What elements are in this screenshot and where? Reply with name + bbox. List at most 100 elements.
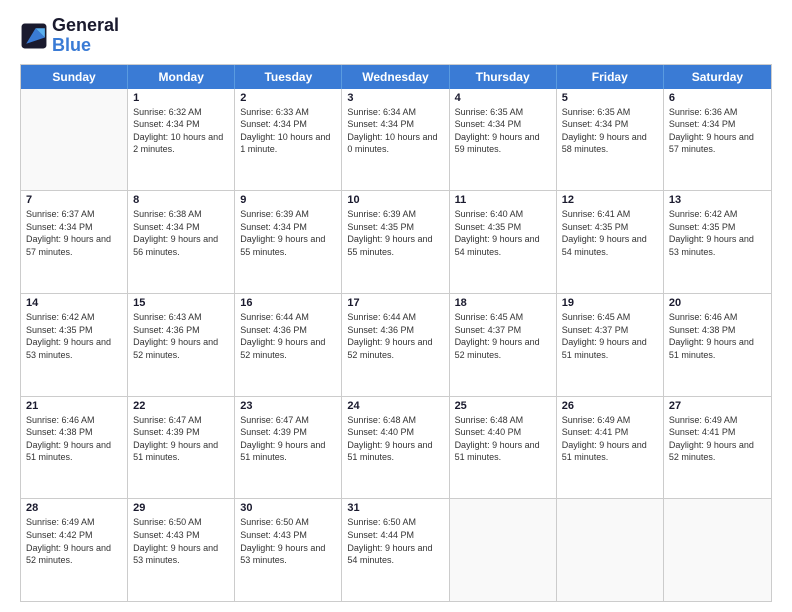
day-info: Sunrise: 6:43 AM Sunset: 4:36 PM Daylight:… — [133, 311, 229, 361]
sunrise-label: Sunrise: 6:43 AM — [133, 312, 202, 322]
day-cell: 9Sunrise: 6:39 AMSunset: 4:34 PMDaylight… — [235, 191, 342, 293]
sunrise-label: Sunrise: 6:47 AM — [240, 415, 309, 425]
day-info: Sunrise: 6:39 AMSunset: 4:35 PMDaylight:… — [347, 208, 443, 258]
daylight-label: Daylight: 9 hours and 54 minutes. — [455, 234, 540, 257]
day-info: Sunrise: 6:50 AMSunset: 4:43 PMDaylight:… — [133, 516, 229, 566]
daylight-label: Daylight: 9 hours and 52 minutes. — [347, 337, 432, 360]
day-number: 7 — [26, 194, 122, 206]
sunrise-label: Sunrise: 6:35 AM — [455, 107, 524, 117]
day-cell: 30Sunrise: 6:50 AMSunset: 4:43 PMDayligh… — [235, 499, 342, 601]
day-info: Sunrise: 6:35 AMSunset: 4:34 PMDaylight:… — [455, 106, 551, 156]
day-cell: 17 Sunrise: 6:44 AMSunset: 4:36 PMDayligh… — [342, 294, 449, 396]
day-cell: 14Sunrise: 6:42 AMSunset: 4:35 PMDayligh… — [21, 294, 128, 396]
sunrise-label: Sunrise: 6:34 AM — [347, 107, 416, 117]
day-cell: 12 Sunrise: 6:41 AMSunset: 4:35 PMDayligh… — [557, 191, 664, 293]
day-info: Sunrise: 6:49 AMSunset: 4:42 PMDaylight:… — [26, 516, 122, 566]
day-number: 9 — [240, 194, 336, 206]
day-number: 20 — [669, 297, 766, 309]
sunset-label: Sunset: 4:41 PM — [562, 427, 629, 437]
day-info: Sunrise: 6:37 AMSunset: 4:34 PMDaylight:… — [26, 208, 122, 258]
day-number: 6 — [669, 92, 766, 104]
sunrise-label: Sunrise: 6:44 AM — [347, 312, 416, 322]
daylight-label: Daylight: 9 hours and 51 minutes. — [26, 440, 111, 463]
day-cell: 15 Sunrise: 6:43 AM Sunset: 4:36 PM Dayligh… — [128, 294, 235, 396]
daylight-label: Daylight: 9 hours and 58 minutes. — [562, 132, 647, 155]
day-info: Sunrise: 6:32 AMSunset: 4:34 PMDaylight:… — [133, 106, 229, 156]
logo-text: General Blue — [52, 16, 119, 56]
sunset-label: Sunset: 4:36 PM — [133, 325, 200, 335]
sunset-label: Sunset: 4:35 PM — [562, 222, 629, 232]
daylight-label: Daylight: 10 hours and 0 minutes. — [347, 132, 437, 155]
day-number: 12 — [562, 194, 658, 206]
day-info: Sunrise: 6:45 AMSunset: 4:37 PMDaylight:… — [455, 311, 551, 361]
day-number: 22 — [133, 400, 229, 412]
day-info: Sunrise: 6:42 AMSunset: 4:35 PMDaylight:… — [669, 208, 766, 258]
day-number: 25 — [455, 400, 551, 412]
day-number: 11 — [455, 194, 551, 206]
empty-cell — [557, 499, 664, 601]
sunset-label: Sunset: 4:43 PM — [240, 530, 307, 540]
day-number: 27 — [669, 400, 766, 412]
day-number: 17 — [347, 297, 443, 309]
day-info: Sunrise: 6:41 AMSunset: 4:35 PMDaylight:… — [562, 208, 658, 258]
day-info: Sunrise: 6:49 AMSunset: 4:41 PMDaylight:… — [562, 414, 658, 464]
daylight-label: Daylight: 9 hours and 53 minutes. — [240, 543, 325, 566]
day-number: 15 — [133, 297, 229, 309]
sunset-label: Sunset: 4:34 PM — [133, 222, 200, 232]
weekday-header: Thursday — [450, 65, 557, 89]
day-number: 19 — [562, 297, 658, 309]
day-number: 30 — [240, 502, 336, 514]
day-info: Sunrise: 6:40 AM Sunset: 4:35 PM Daylight:… — [455, 208, 551, 258]
day-info: Sunrise: 6:44 AMSunset: 4:36 PMDaylight:… — [347, 311, 443, 361]
day-cell: 13Sunrise: 6:42 AMSunset: 4:35 PMDayligh… — [664, 191, 771, 293]
day-number: 8 — [133, 194, 229, 206]
sunrise-label: Sunrise: 6:45 AM — [455, 312, 524, 322]
day-number: 18 — [455, 297, 551, 309]
day-number: 2 — [240, 92, 336, 104]
daylight-label: Daylight: 9 hours and 51 minutes. — [455, 440, 540, 463]
weekday-header: Friday — [557, 65, 664, 89]
sunset-label: Sunset: 4:42 PM — [26, 530, 93, 540]
daylight-label: Daylight: 9 hours and 52 minutes. — [133, 337, 218, 360]
sunset-label: Sunset: 4:34 PM — [562, 119, 629, 129]
day-info: Sunrise: 6:47 AM Sunset: 4:39 PM Daylight:… — [133, 414, 229, 464]
calendar-row: 7 Sunrise: 6:37 AMSunset: 4:34 PMDaylight… — [21, 190, 771, 293]
day-cell: 21Sunrise: 6:46 AMSunset: 4:38 PMDayligh… — [21, 397, 128, 499]
sunrise-label: Sunrise: 6:42 AM — [669, 209, 738, 219]
day-number: 28 — [26, 502, 122, 514]
day-info: Sunrise: 6:36 AMSunset: 4:34 PMDaylight:… — [669, 106, 766, 156]
day-info: Sunrise: 6:35 AM Sunset: 4:34 PM Daylight:… — [562, 106, 658, 156]
day-cell: 2Sunrise: 6:33 AMSunset: 4:34 PMDaylight… — [235, 89, 342, 191]
day-cell: 8Sunrise: 6:38 AMSunset: 4:34 PMDaylight… — [128, 191, 235, 293]
daylight-label: Daylight: 9 hours and 54 minutes. — [347, 543, 432, 566]
sunset-label: Sunset: 4:44 PM — [347, 530, 414, 540]
day-cell: 25 Sunrise: 6:48 AMSunset: 4:40 PMDayligh… — [450, 397, 557, 499]
daylight-label: Daylight: 9 hours and 59 minutes. — [455, 132, 540, 155]
sunrise-label: Sunrise: 6:33 AM — [240, 107, 309, 117]
day-number: 26 — [562, 400, 658, 412]
day-info: Sunrise: 6:48 AMSunset: 4:40 PMDaylight:… — [455, 414, 551, 464]
sunset-label: Sunset: 4:37 PM — [562, 325, 629, 335]
day-info: Sunrise: 6:50 AMSunset: 4:44 PMDaylight:… — [347, 516, 443, 566]
daylight-label: Daylight: 9 hours and 52 minutes. — [669, 440, 754, 463]
sunset-label: Sunset: 4:40 PM — [455, 427, 522, 437]
daylight-label: Daylight: 9 hours and 51 minutes. — [669, 337, 754, 360]
sunset-label: Sunset: 4:36 PM — [240, 325, 307, 335]
daylight-label: Daylight: 9 hours and 51 minutes. — [133, 440, 218, 463]
day-cell: 24Sunrise: 6:48 AMSunset: 4:40 PMDayligh… — [342, 397, 449, 499]
day-cell: 7 Sunrise: 6:37 AMSunset: 4:34 PMDaylight… — [21, 191, 128, 293]
sunrise-label: Sunrise: 6:35 AM — [562, 107, 631, 117]
header: General Blue — [20, 16, 772, 56]
day-number: 4 — [455, 92, 551, 104]
daylight-label: Daylight: 9 hours and 55 minutes. — [240, 234, 325, 257]
sunrise-label: Sunrise: 6:47 AM — [133, 415, 202, 425]
weekday-header: Sunday — [21, 65, 128, 89]
day-number: 10 — [347, 194, 443, 206]
day-info: Sunrise: 6:46 AMSunset: 4:38 PMDaylight:… — [669, 311, 766, 361]
sunset-label: Sunset: 4:39 PM — [133, 427, 200, 437]
sunset-label: Sunset: 4:40 PM — [347, 427, 414, 437]
sunrise-label: Sunrise: 6:40 AM — [455, 209, 524, 219]
sunset-label: Sunset: 4:35 PM — [455, 222, 522, 232]
calendar-row: 1Sunrise: 6:32 AMSunset: 4:34 PMDaylight… — [21, 89, 771, 191]
daylight-label: Daylight: 9 hours and 51 minutes. — [562, 440, 647, 463]
